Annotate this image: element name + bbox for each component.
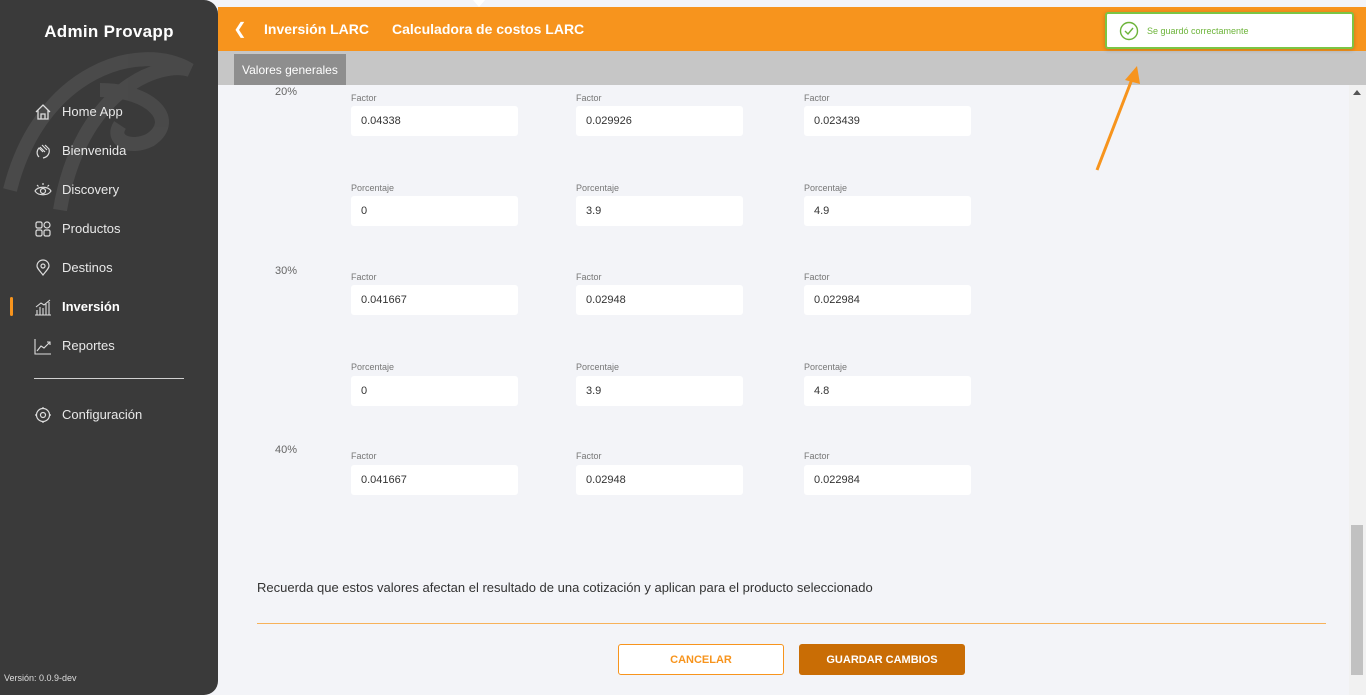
eye-icon — [34, 181, 52, 199]
porcentaje-label: Porcentaje — [804, 362, 848, 372]
percent-label: 20% — [275, 86, 298, 98]
factor-label: Factor — [351, 93, 377, 103]
wave-hand-icon — [34, 142, 52, 160]
sidebar-item-productos[interactable]: Productos — [0, 209, 218, 248]
percent-label: 30% — [275, 265, 298, 277]
success-toast: Se guardó correctamente — [1105, 12, 1354, 49]
porcentaje-label: Porcentaje — [351, 183, 395, 193]
save-changes-button[interactable]: GUARDAR CAMBIOS — [799, 644, 965, 675]
sidebar-item-home-app[interactable]: Home App — [0, 92, 218, 131]
subtab-bar: Valores generales — [218, 51, 1366, 85]
vertical-scrollbar[interactable] — [1349, 85, 1366, 695]
scroll-up-icon[interactable] — [1353, 90, 1361, 95]
info-note: Recuerda que estos valores afectan el re… — [257, 580, 873, 595]
sidebar-item-inversion[interactable]: Inversión — [0, 287, 218, 326]
sidebar-item-destinos[interactable]: Destinos — [0, 248, 218, 287]
factor-input[interactable]: 0.022984 — [804, 285, 971, 315]
toast-message: Se guardó correctamente — [1147, 25, 1249, 36]
tab-valores-generales[interactable]: Valores generales — [234, 54, 346, 85]
porcentaje-input[interactable]: 0 — [351, 376, 518, 406]
check-circle-icon — [1119, 21, 1139, 40]
factor-input[interactable]: 0.023439 — [804, 106, 971, 136]
factor-input[interactable]: 0.029926 — [576, 106, 743, 136]
map-pin-icon — [34, 258, 52, 277]
factor-input[interactable]: 0.02948 — [576, 285, 743, 315]
bar-chart-icon — [34, 298, 52, 316]
factor-label: Factor — [804, 272, 830, 282]
nav-divider — [34, 378, 184, 379]
porcentaje-label: Porcentaje — [804, 183, 848, 193]
factor-label: Factor — [351, 272, 377, 282]
factor-input[interactable]: 0.041667 — [351, 465, 518, 495]
sidebar-item-label: Destinos — [62, 260, 113, 275]
sidebar-item-configuracion[interactable]: Configuración — [0, 395, 218, 434]
home-icon — [34, 103, 52, 121]
calculator-form: 20% Factor 0.04338 Factor 0.029926 Facto… — [218, 85, 1349, 695]
factor-label: Factor — [351, 451, 377, 461]
porcentaje-label: Porcentaje — [576, 183, 620, 193]
active-tab-indicator — [473, 0, 485, 7]
factor-label: Factor — [576, 93, 602, 103]
porcentaje-input[interactable]: 4.9 — [804, 196, 971, 226]
sidebar-item-label: Bienvenida — [62, 143, 127, 158]
factor-label: Factor — [576, 272, 602, 282]
factor-label: Factor — [804, 451, 830, 461]
porcentaje-input[interactable]: 3.9 — [576, 376, 743, 406]
breadcrumb-calculadora[interactable]: Calculadora de costos LARC — [392, 21, 584, 37]
factor-input[interactable]: 0.041667 — [351, 285, 518, 315]
factor-label: Factor — [576, 451, 602, 461]
factor-input[interactable]: 0.04338 — [351, 106, 518, 136]
sidebar-item-label: Productos — [62, 221, 121, 236]
chevron-left-icon[interactable]: ❮ — [222, 19, 258, 39]
porcentaje-label: Porcentaje — [576, 362, 620, 372]
scrollbar-thumb[interactable] — [1351, 525, 1363, 675]
sidebar-item-label: Home App — [62, 104, 123, 119]
factor-input[interactable]: 0.022984 — [804, 465, 971, 495]
sidebar-item-label: Discovery — [62, 182, 120, 197]
gear-icon — [34, 406, 52, 424]
breadcrumb-inversion-larc[interactable]: Inversión LARC — [264, 21, 369, 37]
sidebar: Admin Provapp Home App Bienvenida Discov… — [0, 0, 218, 695]
porcentaje-input[interactable]: 0 — [351, 196, 518, 226]
sidebar-item-reportes[interactable]: Reportes — [0, 326, 218, 365]
divider — [257, 623, 1326, 624]
sidebar-item-bienvenida[interactable]: Bienvenida — [0, 131, 218, 170]
factor-label: Factor — [804, 93, 830, 103]
grid-icon — [34, 220, 52, 238]
sidebar-item-label: Inversión — [62, 299, 120, 314]
cancel-button[interactable]: CANCELAR — [618, 644, 784, 675]
porcentaje-input[interactable]: 3.9 — [576, 196, 743, 226]
factor-input[interactable]: 0.02948 — [576, 465, 743, 495]
sidebar-nav: Home App Bienvenida Discovery Productos … — [0, 92, 218, 365]
porcentaje-input[interactable]: 4.8 — [804, 376, 971, 406]
app-brand: Admin Provapp — [44, 22, 174, 41]
version-label: Versión: 0.0.9-dev — [4, 673, 77, 683]
trend-chart-icon — [34, 337, 52, 355]
sidebar-item-label: Configuración — [62, 407, 143, 422]
sidebar-item-label: Reportes — [62, 338, 115, 353]
porcentaje-label: Porcentaje — [351, 362, 395, 372]
percent-label: 40% — [275, 444, 298, 456]
sidebar-item-discovery[interactable]: Discovery — [0, 170, 218, 209]
